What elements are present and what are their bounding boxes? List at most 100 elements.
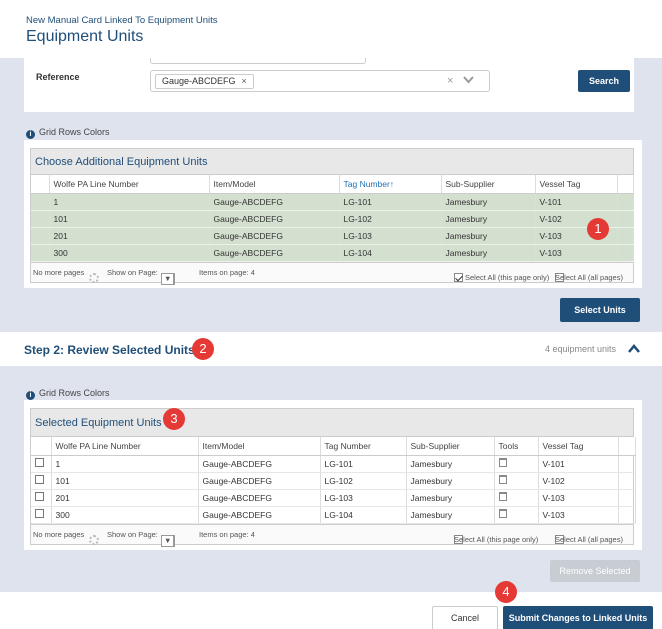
table-cell: Jamesbury <box>441 227 536 245</box>
column-header[interactable]: Wolfe PA Line Number <box>49 175 210 194</box>
table-cell <box>618 455 636 473</box>
table-row[interactable]: 300 Gauge-ABCDEFG LG-104 Jamesbury V-103 <box>31 244 634 262</box>
table-cell: Gauge-ABCDEFG <box>198 455 321 473</box>
table-row[interactable]: 101 Gauge-ABCDEFG LG-102 Jamesbury V-102 <box>31 472 636 490</box>
select-all-pages-label: Select All (all pages) <box>555 534 623 544</box>
column-header[interactable]: Sub-Supplier <box>441 175 536 194</box>
select-all-page-label: Select All (this page only) <box>454 534 539 544</box>
table-cell: LG-102 <box>339 210 442 228</box>
show-on-page-label: Show on Page: <box>107 267 158 277</box>
tools-cell <box>494 506 539 524</box>
table-cell: 1 <box>51 455 199 473</box>
grid-footer: No more pages Show on Page: 20▼ Items on… <box>31 261 633 285</box>
grid-rows-colors-link[interactable]: i Grid Rows Colors <box>26 388 110 400</box>
column-header[interactable]: Vessel Tag <box>535 175 618 194</box>
column-header[interactable]: Tag Number <box>320 437 407 456</box>
table-cell: V-103 <box>535 244 618 262</box>
row-checkbox-cell[interactable] <box>31 489 52 507</box>
step2-header[interactable]: Step 2: Review Selected Units 4 equipmen… <box>0 332 662 366</box>
row-checkbox[interactable] <box>35 509 44 518</box>
grid-rows-colors-label: Grid Rows Colors <box>39 388 110 398</box>
table-cell: 201 <box>51 489 199 507</box>
submit-changes-button[interactable]: Submit Changes to Linked Units <box>503 606 653 629</box>
step2-title: Step 2: Review Selected Units <box>24 343 195 357</box>
table-cell <box>618 506 636 524</box>
table-row[interactable]: 201 Gauge-ABCDEFG LG-103 Jamesbury V-103 <box>31 227 634 245</box>
chip-remove-icon[interactable]: × <box>242 76 247 86</box>
page-header: New Manual Card Linked To Equipment Unit… <box>0 0 662 58</box>
row-checkbox[interactable] <box>35 492 44 501</box>
table-cell: Gauge-ABCDEFG <box>209 227 340 245</box>
table-row[interactable]: 1 Gauge-ABCDEFG LG-101 Jamesbury V-101 <box>31 455 636 473</box>
remove-selected-button[interactable]: Remove Selected <box>550 560 640 582</box>
column-header[interactable]: Wolfe PA Line Number <box>51 437 199 456</box>
previous-filter-input[interactable] <box>150 58 366 64</box>
trash-icon[interactable] <box>498 458 507 467</box>
row-checkbox-cell[interactable] <box>31 472 52 490</box>
select-all-page-checkbox[interactable]: Select All (this page only) <box>454 268 549 282</box>
trash-icon[interactable] <box>498 492 507 501</box>
additional-units-grid: Choose Additional Equipment Units Wolfe … <box>30 148 634 285</box>
table-cell: Jamesbury <box>406 506 495 524</box>
row-checkbox-cell[interactable] <box>31 455 52 473</box>
table-cell <box>31 210 50 228</box>
table-row[interactable]: 300 Gauge-ABCDEFG LG-104 Jamesbury V-103 <box>31 506 636 524</box>
column-header[interactable]: Sub-Supplier <box>406 437 495 456</box>
column-header-blank <box>31 437 52 456</box>
trash-icon[interactable] <box>498 475 507 484</box>
grid-title: Choose Additional Equipment Units <box>31 149 633 175</box>
row-checkbox[interactable] <box>35 458 44 467</box>
table-cell: 201 <box>49 227 210 245</box>
annotation-marker: 4 <box>495 581 517 603</box>
column-header[interactable]: Vessel Tag <box>538 437 619 456</box>
table-cell: Gauge-ABCDEFG <box>198 506 321 524</box>
reference-select[interactable]: Gauge-ABCDEFG × × <box>150 70 490 92</box>
table-cell: LG-103 <box>339 227 442 245</box>
table-cell: Jamesbury <box>441 210 536 228</box>
info-icon: i <box>26 130 35 139</box>
row-checkbox[interactable] <box>35 475 44 484</box>
tools-cell <box>494 455 539 473</box>
reference-label: Reference <box>36 72 80 82</box>
grid-table: Wolfe PA Line Number Item/Model Tag Numb… <box>31 437 636 524</box>
tools-cell <box>494 489 539 507</box>
table-row[interactable]: 1 Gauge-ABCDEFG LG-101 Jamesbury V-101 <box>31 193 634 211</box>
chevron-down-icon[interactable] <box>463 76 474 86</box>
table-cell <box>617 227 634 245</box>
grid-header-row: Wolfe PA Line Number Item/Model Tag Numb… <box>31 175 634 194</box>
table-cell: V-102 <box>538 472 619 490</box>
breadcrumb[interactable]: New Manual Card Linked To Equipment Unit… <box>26 15 218 26</box>
grid-rows-colors-link[interactable]: i Grid Rows Colors <box>26 127 110 139</box>
column-header-blank <box>617 175 634 194</box>
selected-units-grid: Selected Equipment Units Wolfe PA Line N… <box>30 408 636 547</box>
table-row[interactable]: 201 Gauge-ABCDEFG LG-103 Jamesbury V-103 <box>31 489 636 507</box>
table-cell: Gauge-ABCDEFG <box>198 472 321 490</box>
column-header: Tools <box>494 437 539 456</box>
table-cell: Jamesbury <box>406 472 495 490</box>
table-cell: 300 <box>51 506 199 524</box>
additional-units-card: Choose Additional Equipment Units Wolfe … <box>24 140 642 288</box>
trash-icon[interactable] <box>498 509 507 518</box>
chevron-down-icon: ▼ <box>161 272 175 285</box>
grid-title: Selected Equipment Units <box>31 409 633 437</box>
column-header-sorted[interactable]: Tag Number↑ <box>339 175 442 194</box>
grid-header-row: Wolfe PA Line Number Item/Model Tag Numb… <box>31 437 636 456</box>
table-cell: LG-103 <box>320 489 407 507</box>
cancel-button[interactable]: Cancel <box>432 606 498 629</box>
table-cell <box>31 193 50 211</box>
column-header[interactable]: Item/Model <box>209 175 340 194</box>
table-cell: 1 <box>49 193 210 211</box>
row-checkbox-cell[interactable] <box>31 506 52 524</box>
table-cell <box>31 244 50 262</box>
search-button[interactable]: Search <box>578 70 630 92</box>
select-units-button[interactable]: Select Units <box>560 298 640 322</box>
table-cell: LG-101 <box>339 193 442 211</box>
table-cell <box>617 193 634 211</box>
table-cell: Jamesbury <box>406 455 495 473</box>
column-header[interactable]: Item/Model <box>198 437 321 456</box>
table-cell: LG-104 <box>320 506 407 524</box>
grid-footer: No more pages Show on Page: 20▼ Items on… <box>31 523 633 547</box>
chevron-up-icon[interactable] <box>628 344 640 356</box>
table-row[interactable]: 101 Gauge-ABCDEFG LG-102 Jamesbury V-102 <box>31 210 634 228</box>
clear-icon[interactable]: × <box>447 75 453 87</box>
